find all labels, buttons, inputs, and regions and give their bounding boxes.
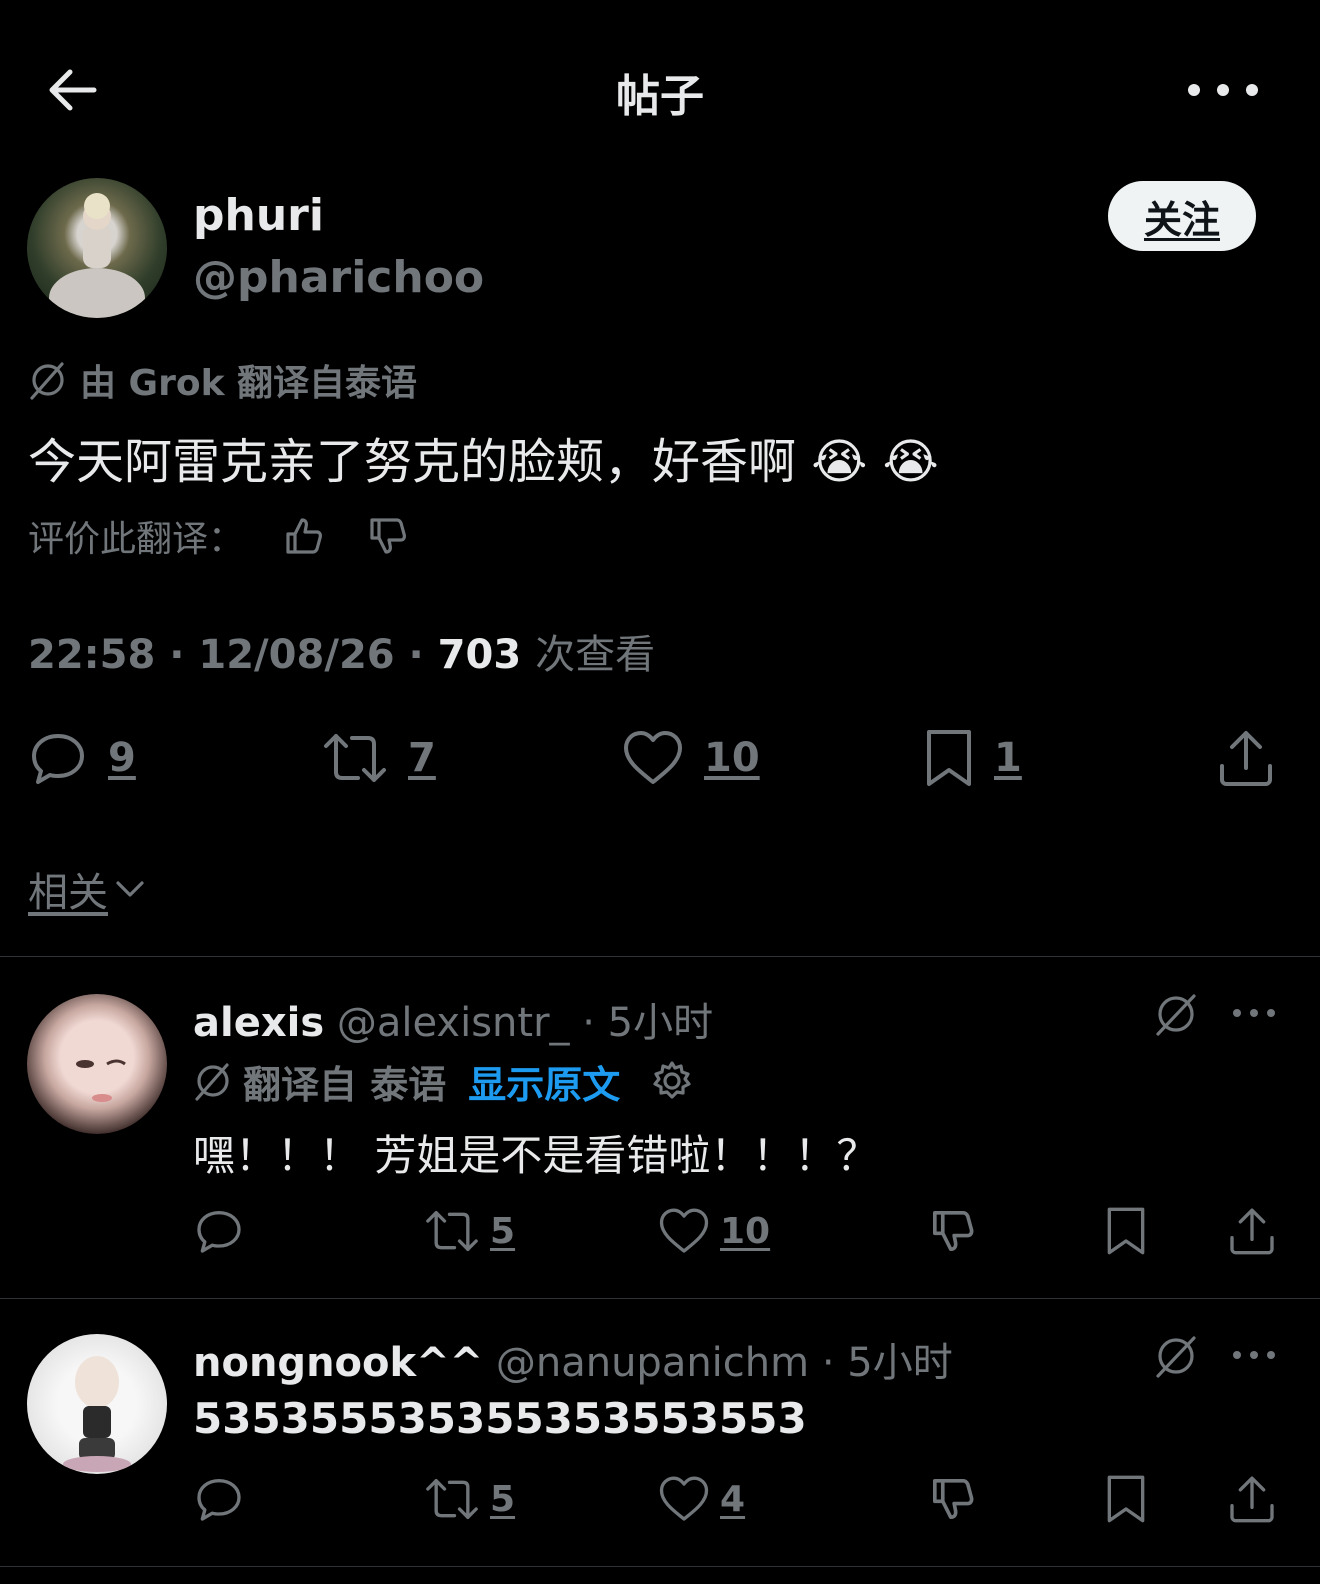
reply-icon bbox=[28, 728, 88, 788]
bookmark-icon[interactable] bbox=[1104, 1474, 1148, 1524]
repost-icon bbox=[322, 728, 388, 788]
heart-icon bbox=[622, 728, 684, 788]
reply-author-handle[interactable]: @nanupanichm bbox=[496, 1340, 809, 1386]
reply-header: nongnook^^ @nanupanichm · 5小时 bbox=[193, 1340, 953, 1386]
more-options-icon[interactable] bbox=[1232, 1346, 1276, 1364]
reply-time[interactable]: 5小时 bbox=[608, 1000, 713, 1046]
reply-like-action[interactable]: 4 bbox=[658, 1474, 745, 1524]
reply-repost-count: 5 bbox=[490, 1478, 516, 1520]
translation-note: 由 Grok 翻译自泰语 bbox=[28, 357, 418, 404]
translation-note-text: 由 Grok 翻译自泰语 bbox=[80, 363, 418, 404]
reply-translation-note: 翻译自 泰语 显示原文 bbox=[193, 1054, 694, 1109]
post-date: 12/08/26 bbox=[198, 632, 395, 678]
bookmark-icon bbox=[924, 728, 974, 788]
reply-repost-count: 5 bbox=[490, 1210, 516, 1252]
rate-translation-label: 评价此翻译： bbox=[28, 519, 245, 560]
reply-like-count: 4 bbox=[720, 1478, 746, 1520]
heart-icon bbox=[658, 1474, 710, 1524]
reply-repost-action[interactable]: 5 bbox=[424, 1474, 515, 1524]
translate-icon bbox=[28, 360, 68, 400]
bookmark-action[interactable]: 1 bbox=[924, 728, 1022, 788]
repost-action[interactable]: 7 bbox=[322, 728, 436, 788]
share-icon[interactable] bbox=[1228, 1474, 1276, 1524]
author-avatar[interactable] bbox=[27, 178, 167, 318]
reply-author-name[interactable]: alexis bbox=[193, 1000, 324, 1046]
related-label: 相关 bbox=[28, 870, 108, 916]
bookmark-icon[interactable] bbox=[1104, 1206, 1148, 1256]
more-options-icon[interactable] bbox=[1188, 76, 1258, 104]
reply-translation-text: 翻译自 泰语 bbox=[243, 1062, 447, 1107]
follow-button[interactable]: 关注 bbox=[1108, 181, 1256, 251]
rate-translation: 评价此翻译： bbox=[28, 512, 410, 560]
thumbs-up-icon[interactable] bbox=[282, 514, 326, 558]
divider bbox=[0, 1566, 1320, 1567]
repost-count: 7 bbox=[408, 735, 436, 781]
reply-like-count: 10 bbox=[720, 1210, 771, 1252]
divider bbox=[0, 1298, 1320, 1299]
thumbs-down-icon[interactable] bbox=[366, 514, 410, 558]
post-text: 今天阿雷克亲了努克的脸颊，好香啊 😭 😭 bbox=[28, 434, 939, 490]
reply-header: alexis @alexisntr_ · 5小时 bbox=[193, 1000, 714, 1046]
chevron-down-icon bbox=[114, 877, 146, 901]
reply-count: 9 bbox=[108, 735, 136, 781]
author-name[interactable]: phuri bbox=[193, 190, 324, 241]
post-time: 22:58 bbox=[28, 632, 156, 678]
reply-author-handle[interactable]: @alexisntr_ bbox=[337, 1000, 570, 1046]
repost-icon bbox=[424, 1474, 480, 1524]
reply-reply-action[interactable] bbox=[193, 1474, 245, 1524]
view-count-label: 次查看 bbox=[535, 632, 656, 678]
like-count: 10 bbox=[704, 735, 760, 781]
share-icon[interactable] bbox=[1228, 1206, 1276, 1256]
page-title: 帖子 bbox=[616, 71, 704, 122]
reply-avatar[interactable] bbox=[27, 994, 167, 1134]
heart-icon bbox=[658, 1206, 710, 1256]
repost-icon bbox=[424, 1206, 480, 1256]
reply-action[interactable]: 9 bbox=[28, 728, 136, 788]
show-original-link[interactable]: 显示原文 bbox=[468, 1054, 620, 1109]
share-icon[interactable] bbox=[1218, 728, 1274, 788]
bookmark-count: 1 bbox=[994, 735, 1022, 781]
reply-icon bbox=[193, 1206, 245, 1256]
author-handle[interactable]: @pharichoo bbox=[193, 252, 484, 303]
more-options-icon[interactable] bbox=[1232, 1004, 1276, 1022]
translate-icon[interactable] bbox=[1152, 1332, 1200, 1380]
gear-icon[interactable] bbox=[650, 1059, 694, 1103]
reply-text: 535355535355353553553 bbox=[193, 1394, 807, 1443]
reply-time[interactable]: 5小时 bbox=[847, 1340, 952, 1386]
post-metadata: 22:58 · 12/08/26 · 703 次查看 bbox=[28, 632, 656, 678]
divider bbox=[0, 956, 1320, 957]
reply-icon bbox=[193, 1474, 245, 1524]
translate-icon bbox=[193, 1061, 233, 1101]
reply-text: 嘿！！！ 芳姐是不是看错啦！！！？ bbox=[193, 1131, 879, 1180]
view-count: 703 bbox=[437, 632, 522, 678]
thumbs-down-icon[interactable] bbox=[928, 1206, 978, 1256]
reply-repost-action[interactable]: 5 bbox=[424, 1206, 515, 1256]
reply-reply-action[interactable] bbox=[193, 1206, 245, 1256]
like-action[interactable]: 10 bbox=[622, 728, 760, 788]
reply-author-name[interactable]: nongnook^^ bbox=[193, 1340, 483, 1386]
reply-avatar[interactable] bbox=[27, 1334, 167, 1474]
thumbs-down-icon[interactable] bbox=[928, 1474, 978, 1524]
related-toggle[interactable]: 相关 bbox=[28, 860, 146, 918]
translate-icon[interactable] bbox=[1152, 990, 1200, 1038]
reply-like-action[interactable]: 10 bbox=[658, 1206, 770, 1256]
